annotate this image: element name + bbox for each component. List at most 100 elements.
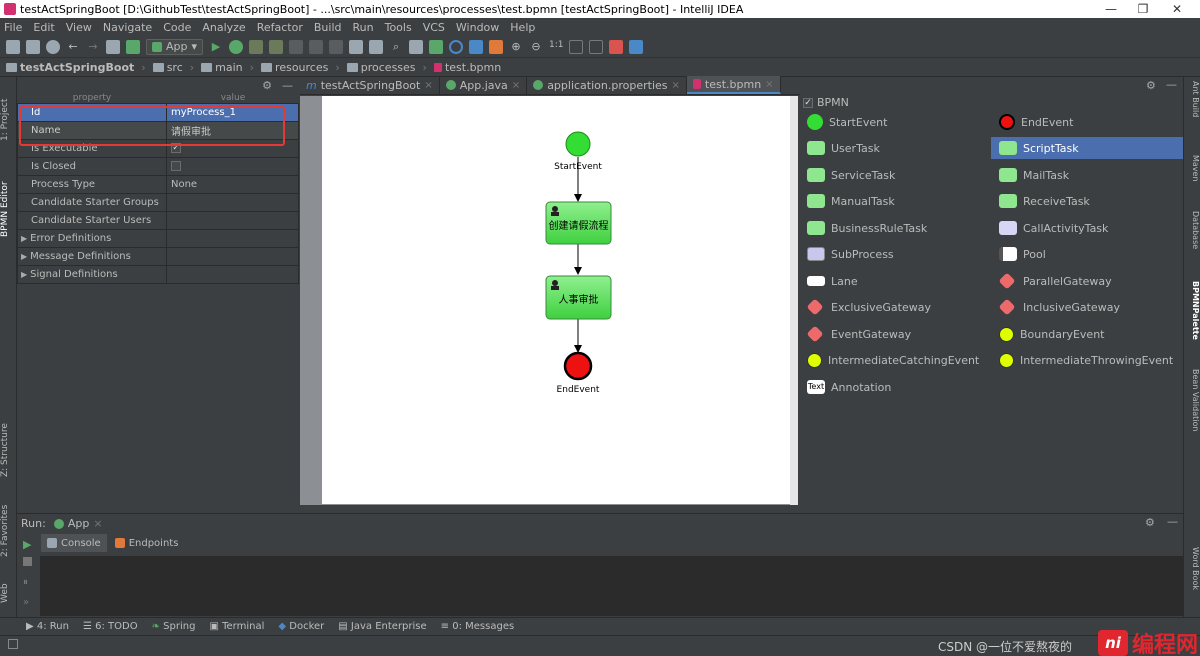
expand-triangle-icon[interactable]: ▶ [21,234,27,243]
palette-annotation[interactable]: Text Annotation [807,376,987,398]
palette-group-bpmn[interactable]: ✓ BPMN [803,96,849,109]
menu-file[interactable]: File [4,21,22,34]
commit-icon[interactable] [329,39,344,54]
palette-intermediate-throwing-event[interactable]: IntermediateThrowingEvent [999,349,1179,371]
menu-code[interactable]: Code [163,21,191,34]
export-icon[interactable] [609,39,624,54]
grid-icon[interactable] [589,39,604,54]
breadcrumb-file[interactable]: test.bpmn [433,61,501,74]
tab-database[interactable]: Database [1186,211,1200,261]
tool-todo[interactable]: ☰ 6: TODO [83,621,138,632]
settings-folder-icon[interactable] [369,39,384,54]
run-icon[interactable]: ▶ [209,40,223,54]
more-icon[interactable]: » [23,597,29,608]
property-row-id[interactable]: Id myProcess_1 [17,103,299,122]
rerun-icon[interactable]: ▶ [23,538,31,551]
menu-run[interactable]: Run [353,21,374,34]
gear-icon[interactable]: ⚙ [1146,79,1156,92]
menu-view[interactable]: View [66,21,92,34]
open-icon[interactable] [6,39,20,54]
palette-sub-process[interactable]: SubProcess [807,243,987,265]
breadcrumb-src[interactable]: src [152,61,183,74]
palette-receive-task[interactable]: ReceiveTask [999,190,1179,212]
canvas-vertical-scrollbar[interactable] [790,96,798,505]
update-icon[interactable] [309,39,324,54]
palette-pool[interactable]: Pool [999,243,1179,265]
tab-structure[interactable]: Z: Structure [0,417,17,477]
tab-web[interactable]: Web [0,573,17,603]
wrench-icon[interactable] [349,39,364,54]
actual-size-icon[interactable]: 1:1 [549,40,563,54]
property-row-is-closed[interactable]: Is Closed [17,157,299,176]
menu-tools[interactable]: Tools [385,21,412,34]
stop-icon[interactable] [289,39,304,54]
property-row-candidate-users[interactable]: Candidate Starter Users [17,211,299,230]
tab-ant-build[interactable]: Ant Build [1186,81,1200,137]
palette-start-event[interactable]: StartEvent [807,111,987,133]
palette-boundary-event[interactable]: BoundaryEvent [999,323,1179,345]
close-tab-icon[interactable]: × [672,80,680,91]
tool-messages[interactable]: ≡ 0: Messages [441,621,515,632]
tab-endpoints[interactable]: Endpoints [109,534,185,552]
debug-icon[interactable] [229,39,244,54]
tab-bean-validation[interactable]: Bean Validation [1186,369,1200,449]
run-config-tab[interactable]: App × [53,517,103,530]
hide-panel-icon[interactable]: — [282,79,293,92]
profile-icon[interactable] [269,39,284,54]
tab-app-java[interactable]: App.java × [440,76,528,94]
tasks-icon[interactable] [409,39,424,54]
palette-script-task[interactable]: ScriptTask [991,137,1183,159]
chart-icon[interactable] [429,39,444,54]
property-value-candidate-users[interactable] [166,211,299,230]
canvas-horizontal-scrollbar[interactable] [300,505,797,513]
layout-icon[interactable] [8,639,18,649]
start-event-node[interactable] [565,131,591,157]
sync-icon[interactable] [46,39,60,54]
tool-terminal[interactable]: ▣ Terminal [209,621,264,632]
project-structure-icon[interactable] [106,39,120,54]
gear-icon[interactable]: ⚙ [262,79,272,92]
palette-end-event[interactable]: EndEvent [999,111,1179,133]
back-icon[interactable]: ← [66,40,80,54]
breadcrumb-processes[interactable]: processes [346,61,416,74]
fit-icon[interactable] [569,39,584,54]
property-value-candidate-groups[interactable] [166,193,299,212]
build-icon[interactable] [126,39,140,54]
palette-exclusive-gateway[interactable]: ExclusiveGateway [806,296,987,318]
close-button[interactable]: ✕ [1154,0,1200,18]
palette-parallel-gateway[interactable]: ParallelGateway [998,270,1179,292]
tab-console[interactable]: Console [41,534,107,552]
breadcrumb-main[interactable]: main [201,61,243,74]
zoom-in-icon[interactable]: ⊕ [509,40,523,54]
property-row-signal-definitions[interactable]: ▶ Signal Definitions [17,265,299,284]
is-executable-checkbox[interactable]: ✓ [171,143,181,153]
tool-spring[interactable]: ❧ Spring [152,621,196,632]
image-icon[interactable] [629,39,644,54]
no-icon[interactable] [449,39,464,54]
tool-docker[interactable]: ◆ Docker [278,621,324,632]
tool-run[interactable]: ▶ 4: Run [26,621,69,632]
menu-navigate[interactable]: Navigate [103,21,152,34]
tab-bpmn-editor[interactable]: BPMN Editor [0,157,17,237]
tab-application-properties[interactable]: application.properties × [527,76,687,94]
close-tab-icon[interactable]: × [765,79,773,90]
property-row-process-type[interactable]: Process Type None [17,175,299,194]
palette-manual-task[interactable]: ManualTask [807,190,987,212]
tab-favorites[interactable]: 2: Favorites [0,497,17,557]
menu-refactor[interactable]: Refactor [257,21,303,34]
zoom-out-icon[interactable]: ⊖ [529,40,543,54]
close-tab-icon[interactable]: × [424,80,432,91]
end-event-node[interactable] [563,351,593,381]
property-row-is-executable[interactable]: Is Executable ✓ [17,139,299,158]
plugin-icon[interactable] [489,39,504,54]
bpmn-canvas[interactable]: StartEvent 创建请假流程 人事审批 EndEvent [322,96,790,504]
palette-event-gateway[interactable]: EventGateway [806,323,987,345]
hide-panel-icon[interactable]: — [1167,515,1178,528]
menu-vcs[interactable]: VCS [423,21,445,34]
run-config-select[interactable]: App ▾ [146,38,204,55]
palette-business-rule-task[interactable]: BusinessRuleTask [807,217,987,239]
menu-window[interactable]: Window [456,21,499,34]
menu-edit[interactable]: Edit [33,21,54,34]
property-row-candidate-groups[interactable]: Candidate Starter Groups [17,193,299,212]
tab-bpmn-palette[interactable]: BPMNPalette [1186,281,1200,351]
